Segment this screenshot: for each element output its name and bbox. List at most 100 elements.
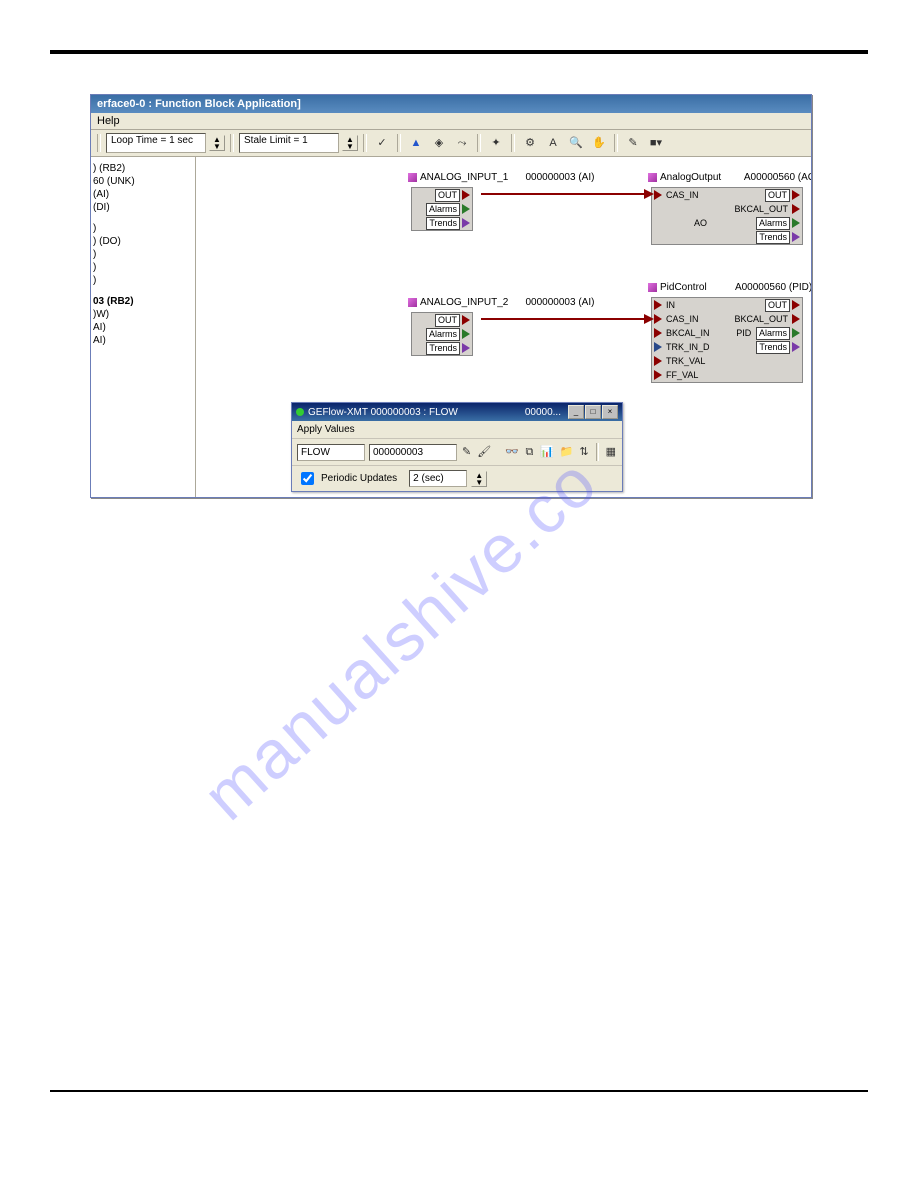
tree-item[interactable]: ) (RB2) — [93, 163, 193, 174]
block-name-field[interactable] — [297, 444, 365, 461]
port-alarms[interactable]: Alarms — [756, 217, 790, 230]
toolbar: Loop Time = 1 sec ▲▼ Stale Limit = 1 ▲▼ … — [91, 130, 811, 157]
block-id-field[interactable] — [369, 444, 457, 461]
pointer-icon[interactable]: ▲ — [406, 133, 426, 153]
port-alarms[interactable]: Alarms — [756, 327, 790, 340]
seconds-spinner[interactable]: ▲▼ — [471, 471, 487, 487]
block-pid-control[interactable]: PidControl A00000560 (PID) IN OUT CAS_IN… — [651, 297, 803, 383]
tree-item[interactable]: AI) — [93, 335, 193, 346]
content-area: ) (RB2) 60 (UNK) (AI) (DI) ) ) (DO) ) ) … — [91, 157, 811, 497]
minimize-icon[interactable]: _ — [568, 405, 584, 419]
search-icon[interactable]: 🔍 — [566, 133, 586, 153]
cube-icon — [648, 283, 657, 292]
periodic-checkbox[interactable] — [301, 472, 314, 485]
port-alarms[interactable]: Alarms — [426, 203, 460, 216]
glasses-icon[interactable]: 👓 — [504, 442, 520, 462]
title-extra: 00000... — [525, 407, 561, 418]
stale-limit-field[interactable]: Stale Limit = 1 — [239, 133, 339, 153]
arrow-icon — [462, 218, 470, 228]
tree-item[interactable]: (AI) — [93, 189, 193, 200]
pencil-icon[interactable]: ✎ — [461, 442, 472, 462]
tree-item[interactable]: ) — [93, 249, 193, 260]
loop-spinner[interactable]: ▲▼ — [209, 135, 225, 151]
connector-icon[interactable]: ⤳ — [452, 133, 472, 153]
port-cas-in[interactable]: CAS_IN — [664, 314, 701, 325]
port-trends[interactable]: Trends — [756, 231, 790, 244]
window-buttons[interactable]: _□× — [567, 405, 618, 419]
arrow-icon — [654, 300, 662, 310]
properties-titlebar[interactable]: GEFlow-XMT 000000003 : FLOW 00000... _□× — [292, 403, 622, 421]
text-icon[interactable]: A — [543, 133, 563, 153]
toolbar-separator — [614, 134, 618, 152]
hand-icon[interactable]: ✋ — [589, 133, 609, 153]
port-cas-in[interactable]: CAS_IN — [664, 190, 701, 201]
spacer — [93, 215, 193, 221]
watermark: manualshive.co — [188, 443, 612, 836]
block-title: ANALOG_INPUT_2 000000003 (AI) — [408, 297, 594, 308]
tree-item[interactable]: (DI) — [93, 202, 193, 213]
port-alarms[interactable]: Alarms — [426, 328, 460, 341]
port-out[interactable]: OUT — [765, 189, 790, 202]
block-analog-input-1[interactable]: ANALOG_INPUT_1 000000003 (AI) OUT Alarms… — [411, 187, 473, 231]
link-icon[interactable]: ⧉ — [524, 442, 535, 462]
toolbar-separator — [511, 134, 515, 152]
port-trk-val[interactable]: TRK_VAL — [664, 356, 707, 367]
port-trends[interactable]: Trends — [756, 341, 790, 354]
tree-sidebar[interactable]: ) (RB2) 60 (UNK) (AI) (DI) ) ) (DO) ) ) … — [91, 157, 196, 497]
port-bkcal-out[interactable]: BKCAL_OUT — [732, 314, 790, 325]
tree-item[interactable]: ) (DO) — [93, 236, 193, 247]
port-ao: AO — [692, 218, 709, 229]
toolbar-separator — [363, 134, 367, 152]
port-bkcal-in[interactable]: BKCAL_IN — [664, 328, 712, 339]
cube-icon — [648, 173, 657, 182]
loop-time-field[interactable]: Loop Time = 1 sec — [106, 133, 206, 153]
arrow-icon — [654, 342, 662, 352]
brush-icon[interactable]: 🖌 — [476, 442, 492, 462]
arrow-icon — [654, 314, 662, 324]
tree-item[interactable]: ) — [93, 262, 193, 273]
tree-item[interactable]: AI) — [93, 322, 193, 333]
grid-icon[interactable]: ▦ — [605, 442, 617, 462]
close-icon[interactable]: × — [602, 405, 618, 419]
port-bkcal-out[interactable]: BKCAL_OUT — [732, 204, 790, 215]
arrows-icon[interactable]: ⇅ — [578, 442, 589, 462]
port-out[interactable]: OUT — [435, 189, 460, 202]
block-analog-input-2[interactable]: ANALOG_INPUT_2 000000003 (AI) OUT Alarms… — [411, 312, 473, 356]
tree-item[interactable]: 03 (RB2) — [93, 296, 193, 307]
name-row: ✎ 🖌 👓 ⧉ 📊 📁 ⇅ ▦ — [292, 439, 622, 466]
arrow-icon — [654, 328, 662, 338]
menu-help[interactable]: Help — [97, 115, 120, 127]
port-out[interactable]: OUT — [435, 314, 460, 327]
port-trends[interactable]: Trends — [426, 342, 460, 355]
maximize-icon[interactable]: □ — [585, 405, 601, 419]
periodic-row: Periodic Updates ▲▼ — [292, 466, 622, 491]
chart-icon[interactable]: 📊 — [539, 442, 555, 462]
apply-values-label[interactable]: Apply Values — [297, 424, 355, 435]
misc-icon[interactable]: ✎ — [623, 133, 643, 153]
diamond-icon[interactable]: ◈ — [429, 133, 449, 153]
block-title: PidControl A00000560 (PID) — [648, 282, 811, 293]
fill-icon[interactable]: ■▾ — [646, 133, 666, 153]
arrow-icon — [792, 342, 800, 352]
arrow-icon — [792, 328, 800, 338]
port-trends[interactable]: Trends — [426, 217, 460, 230]
properties-window[interactable]: GEFlow-XMT 000000003 : FLOW 00000... _□×… — [291, 402, 623, 492]
diagram-canvas[interactable]: ANALOG_INPUT_1 000000003 (AI) OUT Alarms… — [196, 157, 811, 497]
tree-item[interactable]: ) — [93, 223, 193, 234]
star-icon[interactable]: ✦ — [486, 133, 506, 153]
port-ff-val[interactable]: FF_VAL — [664, 370, 700, 381]
menu-bar[interactable]: Help — [91, 113, 811, 130]
seconds-field[interactable] — [409, 470, 467, 487]
tree-item[interactable]: 60 (UNK) — [93, 176, 193, 187]
check-icon[interactable]: ✓ — [372, 133, 392, 153]
tree-item[interactable]: ) — [93, 275, 193, 286]
arrow-icon — [462, 315, 470, 325]
port-trk-in-d[interactable]: TRK_IN_D — [664, 342, 712, 353]
gear-icon[interactable]: ⚙ — [520, 133, 540, 153]
port-in[interactable]: IN — [664, 300, 677, 311]
folder-icon[interactable]: 📁 — [559, 442, 575, 462]
block-analog-output[interactable]: AnalogOutput A00000560 (AO) CAS_IN OUT B… — [651, 187, 803, 245]
port-out[interactable]: OUT — [765, 299, 790, 312]
tree-item[interactable]: )W) — [93, 309, 193, 320]
stale-spinner[interactable]: ▲▼ — [342, 135, 358, 151]
